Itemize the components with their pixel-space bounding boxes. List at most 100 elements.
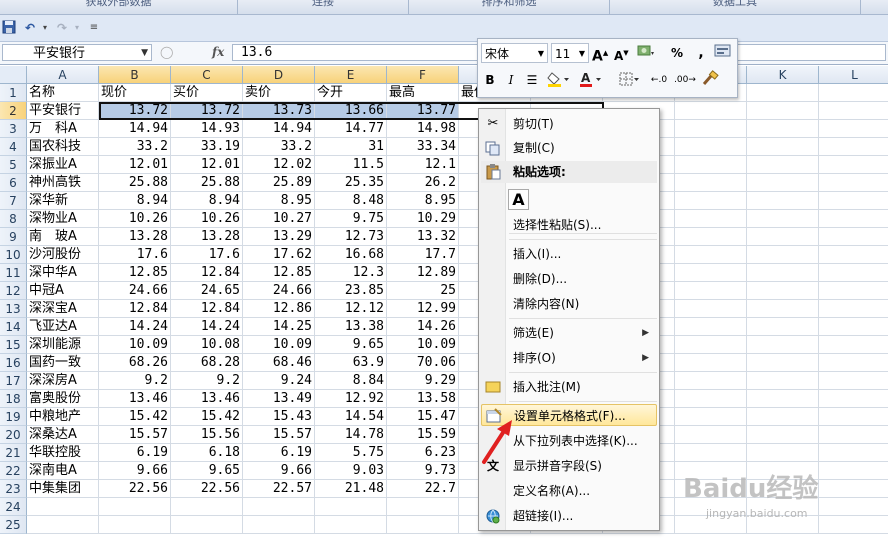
table-cell[interactable]: 14.98 [387, 120, 459, 138]
table-cell[interactable]: 10.08 [171, 336, 243, 354]
table-cell[interactable] [819, 228, 888, 246]
table-cell[interactable] [675, 318, 747, 336]
table-cell[interactable] [819, 156, 888, 174]
table-cell[interactable]: 10.29 [387, 210, 459, 228]
table-cell[interactable]: 9.73 [387, 462, 459, 480]
table-cell[interactable]: 10.09 [99, 336, 171, 354]
table-cell[interactable] [675, 300, 747, 318]
table-cell[interactable]: 13.72 [171, 102, 243, 120]
row-header[interactable]: 8 [0, 210, 27, 228]
table-cell[interactable]: 17.7 [387, 246, 459, 264]
table-cell[interactable]: 9.24 [243, 372, 315, 390]
stock-name-cell[interactable]: 深深宝A [27, 300, 99, 318]
table-cell[interactable] [99, 516, 171, 534]
stock-name-cell[interactable]: 深南电A [27, 462, 99, 480]
table-cell[interactable] [675, 354, 747, 372]
table-cell[interactable]: 24.65 [171, 282, 243, 300]
table-cell[interactable] [819, 408, 888, 426]
chevron-down-icon[interactable]: ▼ [579, 44, 585, 64]
table-cell[interactable] [819, 336, 888, 354]
table-cell[interactable] [747, 318, 819, 336]
stock-name-cell[interactable]: 深振业A [27, 156, 99, 174]
stock-name-cell[interactable]: 中冠A [27, 282, 99, 300]
ribbon-group-get-external-data[interactable]: 获取外部数据 [0, 0, 238, 14]
format-painter-icon[interactable] [700, 70, 720, 90]
table-cell[interactable] [819, 192, 888, 210]
column-header-l[interactable]: L [819, 66, 888, 84]
table-cell[interactable]: 14.94 [99, 120, 171, 138]
insert-function-icon[interactable]: fx [212, 45, 224, 59]
table-cell[interactable]: 12.92 [315, 390, 387, 408]
menu-item-copy[interactable]: 复制(C) [481, 137, 657, 159]
row-header[interactable]: 5 [0, 156, 27, 174]
column-header-f[interactable]: F [387, 66, 459, 84]
table-cell[interactable]: 9.65 [315, 336, 387, 354]
table-cell[interactable]: 10.26 [99, 210, 171, 228]
table-cell[interactable] [819, 390, 888, 408]
table-cell[interactable] [819, 282, 888, 300]
table-cell[interactable]: 25.88 [99, 174, 171, 192]
table-cell[interactable] [819, 84, 888, 102]
stock-name-cell[interactable]: 神州高铁 [27, 174, 99, 192]
table-cell[interactable] [819, 246, 888, 264]
stock-name-cell[interactable]: 万 科A [27, 120, 99, 138]
table-cell[interactable] [747, 138, 819, 156]
table-cell[interactable]: 8.94 [171, 192, 243, 210]
table-cell[interactable] [675, 372, 747, 390]
table-cell[interactable] [675, 210, 747, 228]
fill-color-icon[interactable] [546, 70, 572, 90]
table-cell[interactable] [747, 426, 819, 444]
table-cell[interactable]: 9.75 [315, 210, 387, 228]
table-cell[interactable] [675, 336, 747, 354]
table-cell[interactable] [675, 282, 747, 300]
table-cell[interactable] [819, 300, 888, 318]
table-cell[interactable]: 68.26 [99, 354, 171, 372]
row-header[interactable]: 7 [0, 192, 27, 210]
table-cell[interactable]: 10.09 [387, 336, 459, 354]
table-cell[interactable]: 12.84 [99, 300, 171, 318]
table-cell[interactable] [387, 516, 459, 534]
accounting-format-icon[interactable] [636, 43, 656, 63]
table-cell[interactable]: 12.85 [99, 264, 171, 282]
row-header[interactable]: 15 [0, 336, 27, 354]
header-cell[interactable]: 最高 [387, 84, 459, 102]
table-cell[interactable] [819, 174, 888, 192]
table-cell[interactable]: 12.84 [171, 264, 243, 282]
table-cell[interactable]: 33.2 [243, 138, 315, 156]
table-cell[interactable]: 12.01 [171, 156, 243, 174]
table-cell[interactable] [747, 174, 819, 192]
percent-style-button[interactable]: % [670, 43, 684, 63]
table-cell[interactable] [747, 408, 819, 426]
name-box[interactable]: 平安银行 ▼ [2, 44, 152, 61]
stock-name-cell[interactable]: 富奥股份 [27, 390, 99, 408]
table-cell[interactable] [819, 516, 888, 534]
save-icon[interactable] [2, 20, 16, 36]
table-cell[interactable]: 25.89 [243, 174, 315, 192]
row-header[interactable]: 18 [0, 390, 27, 408]
table-cell[interactable]: 33.34 [387, 138, 459, 156]
table-cell[interactable]: 17.6 [171, 246, 243, 264]
table-cell[interactable] [819, 318, 888, 336]
table-cell[interactable] [747, 354, 819, 372]
table-cell[interactable]: 10.26 [171, 210, 243, 228]
column-header-e[interactable]: E [315, 66, 387, 84]
table-cell[interactable]: 8.94 [99, 192, 171, 210]
stock-name-cell[interactable]: 深中华A [27, 264, 99, 282]
center-align-icon[interactable]: ☰ [524, 70, 540, 90]
table-cell[interactable]: 13.38 [315, 318, 387, 336]
table-cell[interactable]: 9.2 [171, 372, 243, 390]
stock-name-cell[interactable]: 沙河股份 [27, 246, 99, 264]
header-cell[interactable]: 买价 [171, 84, 243, 102]
table-cell[interactable] [747, 372, 819, 390]
table-cell[interactable]: 15.42 [99, 408, 171, 426]
table-cell[interactable]: 12.99 [387, 300, 459, 318]
menu-item-phonetic[interactable]: 文 显示拼音字段(S) [481, 455, 657, 477]
menu-item-format-cells[interactable]: 设置单元格格式(F)... [481, 404, 657, 426]
table-cell[interactable]: 6.23 [387, 444, 459, 462]
table-cell[interactable] [747, 246, 819, 264]
redo-dropdown-icon[interactable]: ▾ [72, 20, 82, 36]
table-cell[interactable]: 9.66 [243, 462, 315, 480]
row-header[interactable]: 17 [0, 372, 27, 390]
table-cell[interactable] [243, 516, 315, 534]
table-cell[interactable]: 8.84 [315, 372, 387, 390]
